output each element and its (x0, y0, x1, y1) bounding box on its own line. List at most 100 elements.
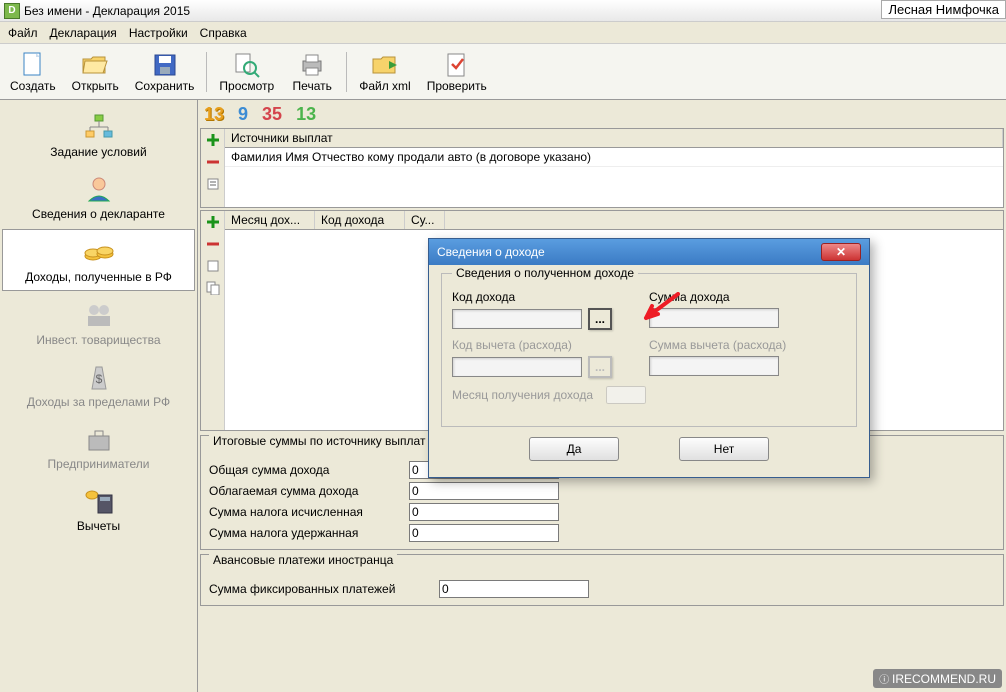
edit-income-button[interactable] (202, 256, 224, 276)
tax-withheld-label: Сумма налога удержанная (209, 526, 409, 540)
tree-icon (83, 111, 115, 143)
sidebar-item-foreign: $ Доходы за пределами РФ (2, 355, 195, 415)
save-button[interactable]: Сохранить (127, 47, 203, 97)
open-button[interactable]: Открыть (64, 47, 127, 97)
print-button[interactable]: Печать (282, 47, 342, 97)
titlebar: D Без имени - Декларация 2015 (0, 0, 1006, 22)
advance-group: Авансовые платежи иностранца Сумма фикси… (200, 554, 1004, 606)
tax-rates-tabs: 13 9 35 13 (200, 102, 1004, 126)
col-sum[interactable]: Су... (405, 211, 445, 229)
copy-income-button[interactable] (202, 278, 224, 298)
nav-label: Вычеты (77, 519, 120, 533)
sum-input[interactable] (649, 308, 779, 328)
nav-label: Инвест. товарищества (36, 333, 160, 347)
person-icon (83, 173, 115, 205)
watermark-bottom: ⓘ IRECOMMEND.RU (873, 669, 1002, 688)
menu-help[interactable]: Справка (200, 26, 247, 40)
income-dialog: Сведения о доходе ✕ Сведения о полученно… (428, 238, 870, 478)
col-month[interactable]: Месяц дох... (225, 211, 315, 229)
window-title: Без имени - Декларация 2015 (24, 4, 190, 18)
code-input[interactable] (452, 309, 582, 329)
sources-toolbar (201, 129, 225, 207)
advance-title: Авансовые платежи иностранца (209, 553, 397, 567)
coins-icon (83, 236, 115, 268)
dialog-group-title: Сведения о полученном доходе (452, 266, 638, 280)
deduct-code-input (452, 357, 582, 377)
check-icon (443, 51, 471, 79)
sum-label: Сумма дохода (649, 290, 846, 304)
filexml-button[interactable]: Файл xml (351, 47, 419, 97)
briefcase-icon (83, 423, 115, 455)
tax-calc-label: Сумма налога исчисленная (209, 505, 409, 519)
income-toolbar (201, 211, 225, 430)
printer-icon (298, 51, 326, 79)
taxable-income-label: Облагаемая сумма дохода (209, 484, 409, 498)
menu-declaration[interactable]: Декларация (50, 26, 117, 40)
nav-label: Предприниматели (48, 457, 150, 471)
menu-file[interactable]: Файл (8, 26, 38, 40)
col-code[interactable]: Код дохода (315, 211, 405, 229)
toolbar: Создать Открыть Сохранить Просмотр Печат… (0, 44, 1006, 100)
app-icon: D (4, 3, 20, 19)
deduct-code-label: Код вычета (расхода) (452, 338, 649, 352)
rate-35[interactable]: 35 (262, 104, 282, 125)
watermark-top: Лесная Нимфочка (881, 0, 1006, 19)
new-button[interactable]: Создать (2, 47, 64, 97)
magnifier-icon (233, 51, 261, 79)
sidebar-item-declarant[interactable]: Сведения о декларанте (2, 167, 195, 227)
remove-income-button[interactable] (202, 234, 224, 254)
sidebar-item-entrepreneur: Предприниматели (2, 417, 195, 477)
edit-source-button[interactable] (202, 174, 224, 194)
check-button[interactable]: Проверить (419, 47, 495, 97)
svg-text:$: $ (95, 372, 102, 386)
source-row[interactable]: Фамилия Имя Отчество кому продали авто (… (225, 148, 1003, 167)
dialog-close-button[interactable]: ✕ (821, 243, 861, 261)
toolbar-separator (206, 52, 207, 92)
yes-button[interactable]: Да (529, 437, 619, 461)
deduct-sum-label: Сумма вычета (расхода) (649, 338, 846, 352)
tax-withheld-input[interactable] (409, 524, 559, 542)
nav-label: Доходы, полученные в РФ (25, 270, 172, 284)
sidebar-item-invest: Инвест. товарищества (2, 293, 195, 353)
export-icon (371, 51, 399, 79)
fixed-sum-label: Сумма фиксированных платежей (209, 582, 439, 596)
handshake-icon (83, 299, 115, 331)
code-label: Код дохода (452, 290, 649, 304)
dialog-title: Сведения о доходе (437, 245, 545, 259)
sidebar-item-deductions[interactable]: Вычеты (2, 479, 195, 539)
sources-header: Источники выплат (225, 129, 1003, 147)
tax-calc-input[interactable] (409, 503, 559, 521)
month-label: Месяц получения дохода (452, 388, 593, 402)
new-file-icon (19, 51, 47, 79)
code-lookup-button[interactable]: ... (588, 308, 612, 330)
preview-button[interactable]: Просмотр (211, 47, 282, 97)
totals-title: Итоговые суммы по источнику выплат (209, 434, 429, 448)
calculator-icon (83, 485, 115, 517)
fixed-sum-input[interactable] (439, 580, 589, 598)
toolbar-separator (346, 52, 347, 92)
menubar: Файл Декларация Настройки Справка (0, 22, 1006, 44)
sidebar: Задание условий Сведения о декларанте До… (0, 100, 198, 692)
sidebar-item-conditions[interactable]: Задание условий (2, 105, 195, 165)
menu-settings[interactable]: Настройки (129, 26, 188, 40)
taxable-income-input[interactable] (409, 482, 559, 500)
total-income-label: Общая сумма дохода (209, 463, 409, 477)
nav-label: Сведения о декларанте (32, 207, 165, 221)
month-input (606, 386, 646, 404)
sidebar-item-income-rf[interactable]: Доходы, полученные в РФ (2, 229, 195, 291)
rate-9[interactable]: 9 (238, 104, 248, 125)
remove-source-button[interactable] (202, 152, 224, 172)
rate-13-2[interactable]: 13 (296, 104, 316, 125)
nav-label: Доходы за пределами РФ (27, 395, 170, 409)
add-income-button[interactable] (202, 212, 224, 232)
no-button[interactable]: Нет (679, 437, 769, 461)
money-bag-icon: $ (83, 361, 115, 393)
sources-panel: Источники выплат Фамилия Имя Отчество ко… (200, 128, 1004, 208)
rate-13[interactable]: 13 (204, 104, 224, 125)
folder-open-icon (81, 51, 109, 79)
nav-label: Задание условий (50, 145, 146, 159)
dialog-titlebar[interactable]: Сведения о доходе ✕ (429, 239, 869, 265)
deduct-sum-input (649, 356, 779, 376)
deduct-lookup-button: ... (588, 356, 612, 378)
add-source-button[interactable] (202, 130, 224, 150)
